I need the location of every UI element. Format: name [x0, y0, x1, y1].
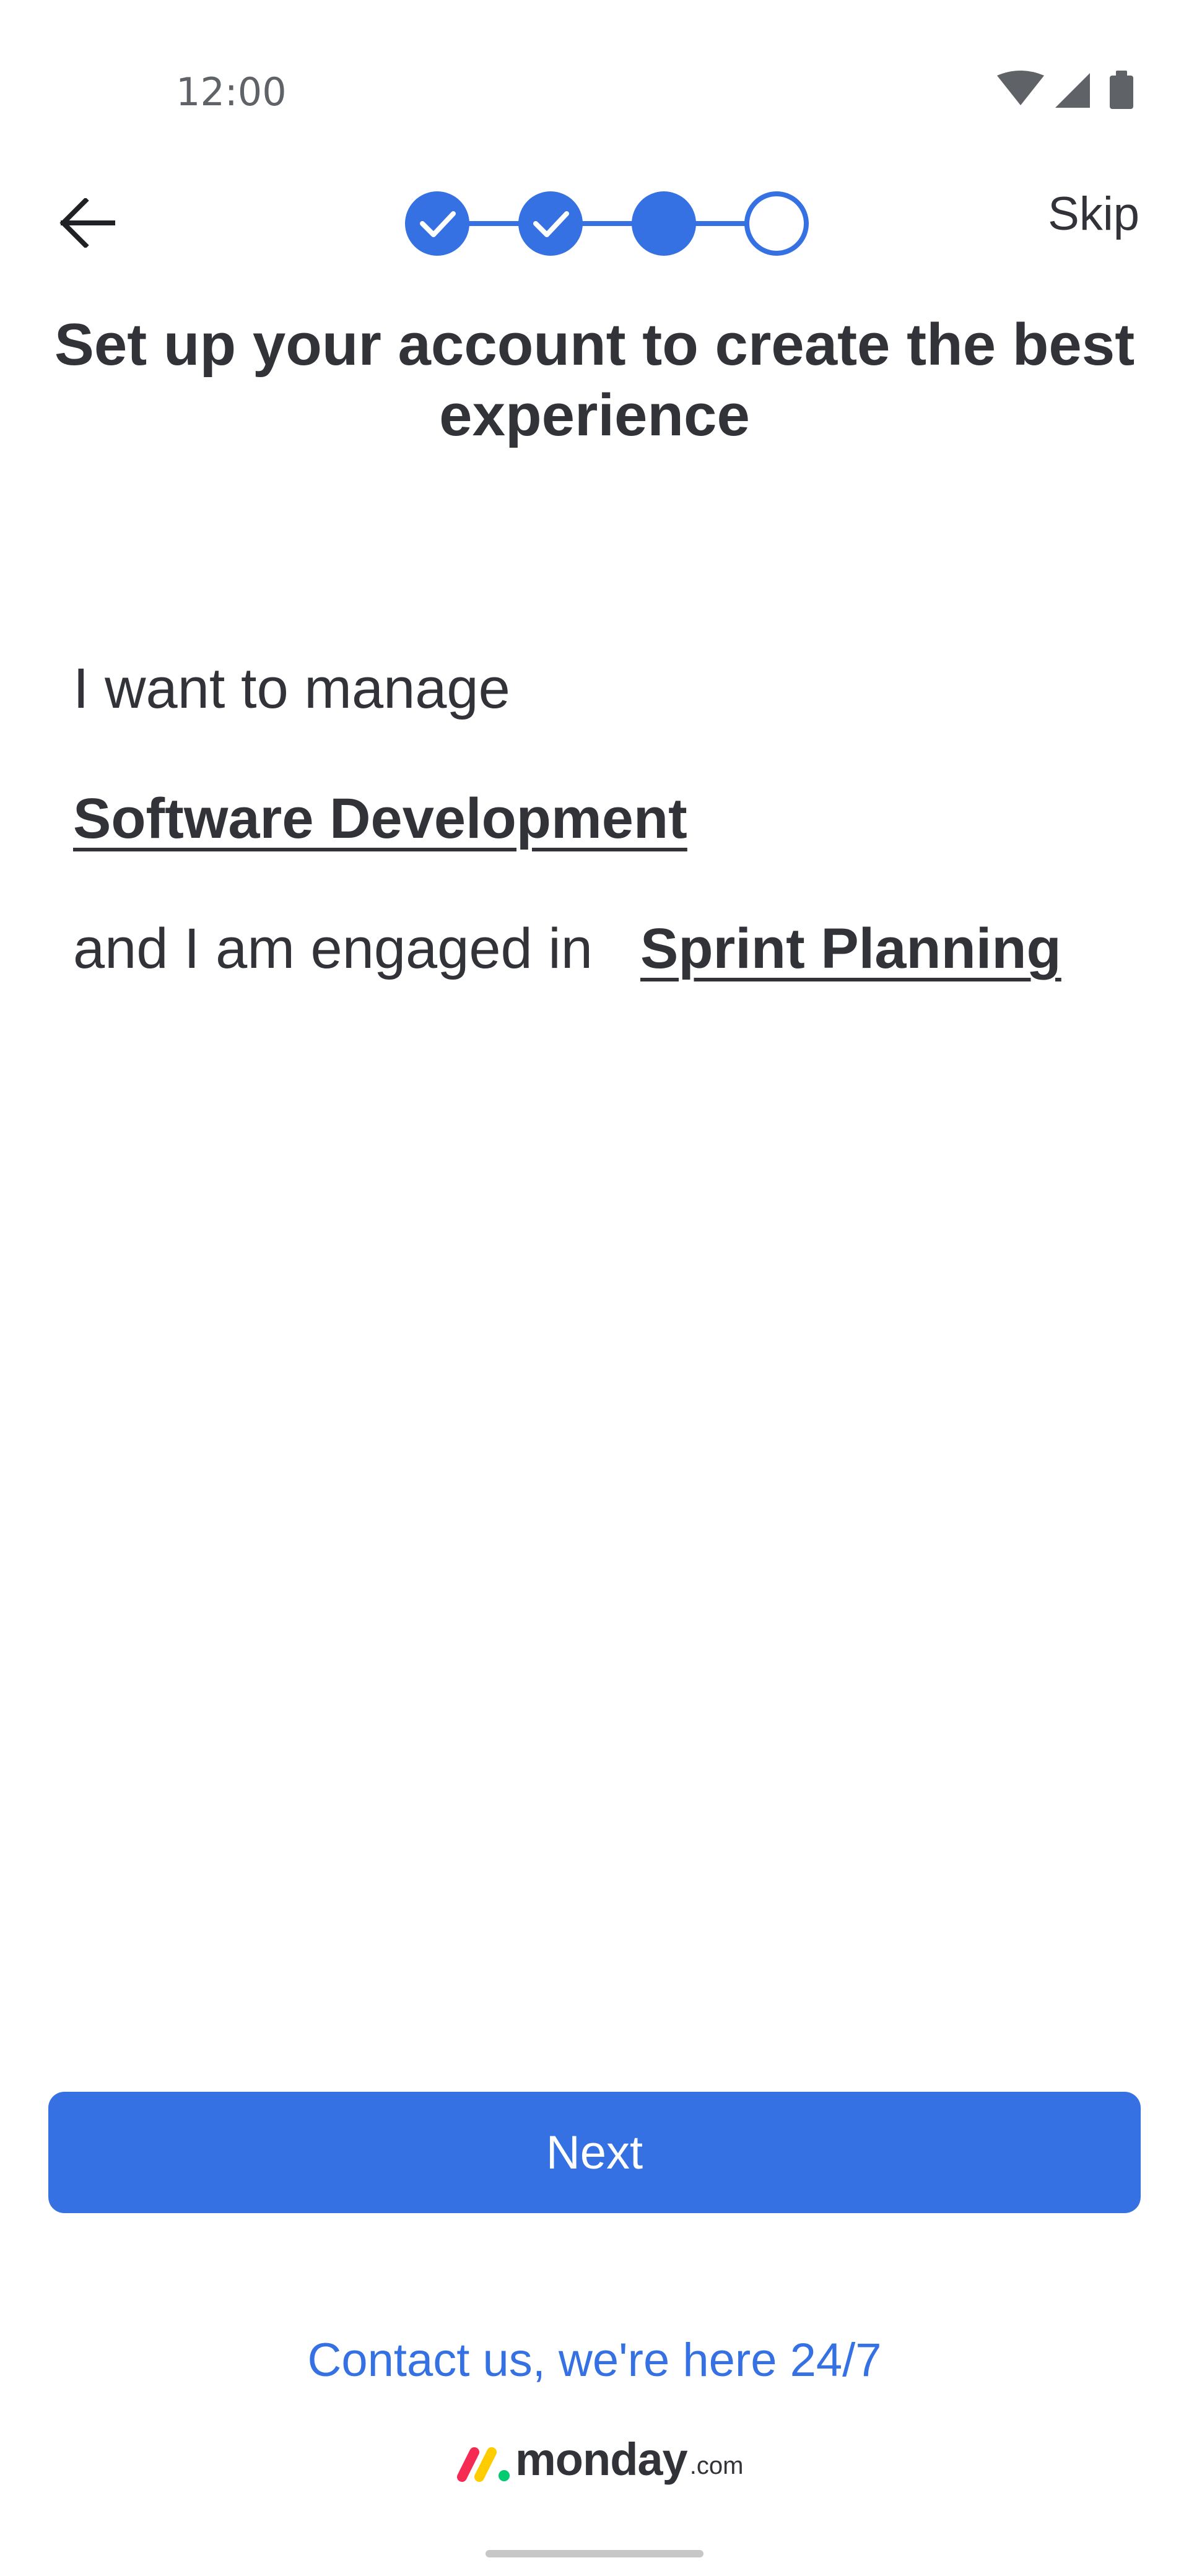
back-button[interactable]: [50, 186, 124, 260]
manage-prompt-label: I want to manage: [73, 657, 510, 720]
skip-button[interactable]: Skip: [1048, 187, 1139, 241]
stepper-step-3-current: [632, 191, 696, 256]
cellular-signal-icon: [1055, 73, 1090, 108]
contact-us-link[interactable]: Contact us, we're here 24/7: [0, 2333, 1189, 2387]
wifi-icon: [997, 71, 1044, 105]
logo-wordmark: monday: [515, 2434, 688, 2485]
engaged-prompt-label: and I am engaged in: [73, 917, 593, 980]
monday-logo: monday .com: [456, 2429, 743, 2484]
arrow-left-icon: [59, 198, 115, 248]
top-bar: Skip: [0, 161, 1189, 285]
progress-stepper: [405, 191, 809, 256]
manage-selection-dropdown[interactable]: Software Development: [73, 786, 687, 851]
battery-icon: [1110, 71, 1133, 109]
logo-tld: .com: [689, 2452, 744, 2479]
status-time: 12:00: [176, 69, 287, 115]
stepper-step-1: [405, 191, 469, 256]
stepper-step-2: [518, 191, 583, 256]
engaged-selection-dropdown[interactable]: Sprint Planning: [640, 916, 1061, 981]
stepper-step-4-upcoming: [744, 191, 809, 256]
page-title: Set up your account to create the best e…: [54, 311, 1135, 448]
status-icons: [997, 71, 1133, 109]
status-bar: 12:00: [0, 0, 1189, 124]
monday-logo-mark-icon: [457, 2447, 510, 2482]
next-button[interactable]: Next: [48, 2092, 1141, 2213]
home-indicator[interactable]: [486, 2550, 703, 2557]
